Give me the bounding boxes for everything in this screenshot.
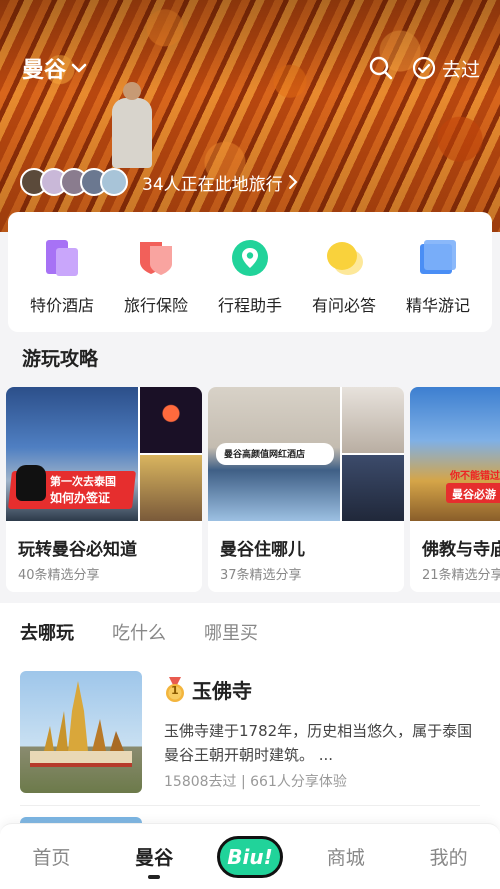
guide-card-image <box>140 455 202 521</box>
guide-card-banner: 曼谷必游 <box>452 488 496 501</box>
guide-card-subtitle: 37条精选分享 <box>220 568 302 583</box>
guide-card[interactable]: 你不能错过 曼谷必游 佛教与寺庙 21条精选分享 <box>410 387 500 592</box>
nav-me[interactable]: 我的 <box>409 843 489 870</box>
chevron-down-icon <box>71 63 87 73</box>
tab-what-to-eat[interactable]: 吃什么 <box>112 619 166 645</box>
guide-card-image <box>140 387 202 453</box>
bottom-nav: 首页 曼谷 Biu! 商城 我的 <box>0 823 500 889</box>
guide-card-banner: 如何办签证 <box>50 491 111 505</box>
travelers-text: 34人正在此地旅行 <box>142 174 283 195</box>
poi-rank: 1 <box>171 684 179 697</box>
quick-item-qa[interactable]: 有问必答 <box>298 238 390 332</box>
quick-item-label: 旅行保险 <box>123 296 188 315</box>
guide-card-image: 第一次去泰国 如何办签证 <box>6 387 138 521</box>
travelers-link[interactable]: 34人正在此地旅行 <box>20 168 299 196</box>
category-tabs: 去哪玩 吃什么 哪里买 <box>20 619 258 647</box>
guide-card-subtitle: 40条精选分享 <box>18 568 100 583</box>
guide-card[interactable]: 曼谷高颜值网红酒店 曼谷住哪儿 37条精选分享 <box>208 387 404 592</box>
quick-item-label: 特价酒店 <box>29 296 94 315</box>
map-pin-icon <box>230 238 270 278</box>
tab-where-to-go[interactable]: 去哪玩 <box>20 619 74 647</box>
check-circle-icon <box>412 56 436 80</box>
traveler-avatars <box>20 168 128 196</box>
guide-card[interactable]: 第一次去泰国 如何办签证 玩转曼谷必知道 40条精选分享 <box>6 387 202 592</box>
hero-person <box>112 82 152 168</box>
biu-label: Biu! <box>227 844 273 869</box>
notebook-icon <box>418 238 458 278</box>
guide-card-banner: 你不能错过 <box>450 471 500 482</box>
tab-where-to-shop[interactable]: 哪里买 <box>204 619 258 645</box>
biu-button[interactable]: Biu! <box>216 835 283 878</box>
guide-card-title: 玩转曼谷必知道 <box>18 540 137 560</box>
guide-card-banner: 第一次去泰国 <box>50 475 116 488</box>
guide-card-image <box>342 387 404 453</box>
section-title: 游玩攻略 <box>22 348 99 370</box>
avatar <box>100 168 128 196</box>
quick-item-travelogue[interactable]: 精华游记 <box>392 238 484 332</box>
guide-cards: 第一次去泰国 如何办签证 玩转曼谷必知道 40条精选分享 曼谷高颜值网红酒店 曼… <box>6 387 500 592</box>
nav-city[interactable]: 曼谷 <box>114 843 194 879</box>
poi-title-row: 1 玉佛寺 <box>164 675 252 704</box>
hotel-icon <box>42 238 82 278</box>
chat-bubble-icon <box>324 238 364 278</box>
poi-title: 玉佛寺 <box>192 679 252 703</box>
nav-home[interactable]: 首页 <box>11 843 91 870</box>
divider <box>20 805 480 806</box>
shield-icon <box>136 238 176 278</box>
chevron-right-icon <box>288 175 298 189</box>
quick-item-hotel[interactable]: 特价酒店 <box>16 238 108 332</box>
guide-card-title: 曼谷住哪儿 <box>220 540 305 560</box>
guide-card-subtitle: 21条精选分享 <box>422 568 500 583</box>
poi-image <box>20 671 142 793</box>
quick-item-itinerary[interactable]: 行程助手 <box>204 238 296 332</box>
city-selector[interactable]: 曼谷 <box>22 52 88 84</box>
city-name: 曼谷 <box>22 58 67 83</box>
quick-item-label: 行程助手 <box>217 296 282 315</box>
guide-card-image <box>342 455 404 521</box>
guide-card-image: 曼谷高颜值网红酒店 <box>208 387 340 521</box>
top-bar: 曼谷 去过 <box>22 50 480 86</box>
guide-card-title: 佛教与寺庙 <box>422 540 500 560</box>
nav-mall[interactable]: 商城 <box>306 843 386 870</box>
poi-description: 玉佛寺建于1782年，历史相当悠久，属于泰国曼谷王朝开朝时建筑。 ... <box>164 722 473 764</box>
poi-stats: 15808去过 | 661人分享体验 <box>164 774 347 790</box>
mascot-icon <box>16 465 46 501</box>
quick-item-label: 精华游记 <box>405 296 470 315</box>
city-hero-image <box>0 0 500 232</box>
poi-item[interactable]: 1 玉佛寺 玉佛寺建于1782年，历史相当悠久，属于泰国曼谷王朝开朝时建筑。 .… <box>20 671 480 793</box>
search-icon[interactable] <box>368 55 394 81</box>
visited-label: 去过 <box>441 58 480 81</box>
guide-card-image: 你不能错过 曼谷必游 <box>410 387 500 521</box>
quick-item-insurance[interactable]: 旅行保险 <box>110 238 202 332</box>
quick-menu: 特价酒店 旅行保险 行程助手 有问必答 精华游记 <box>8 212 492 332</box>
visited-button[interactable]: 去过 <box>412 55 480 82</box>
guide-card-banner: 曼谷高颜值网红酒店 <box>224 450 306 460</box>
quick-item-label: 有问必答 <box>311 296 376 315</box>
